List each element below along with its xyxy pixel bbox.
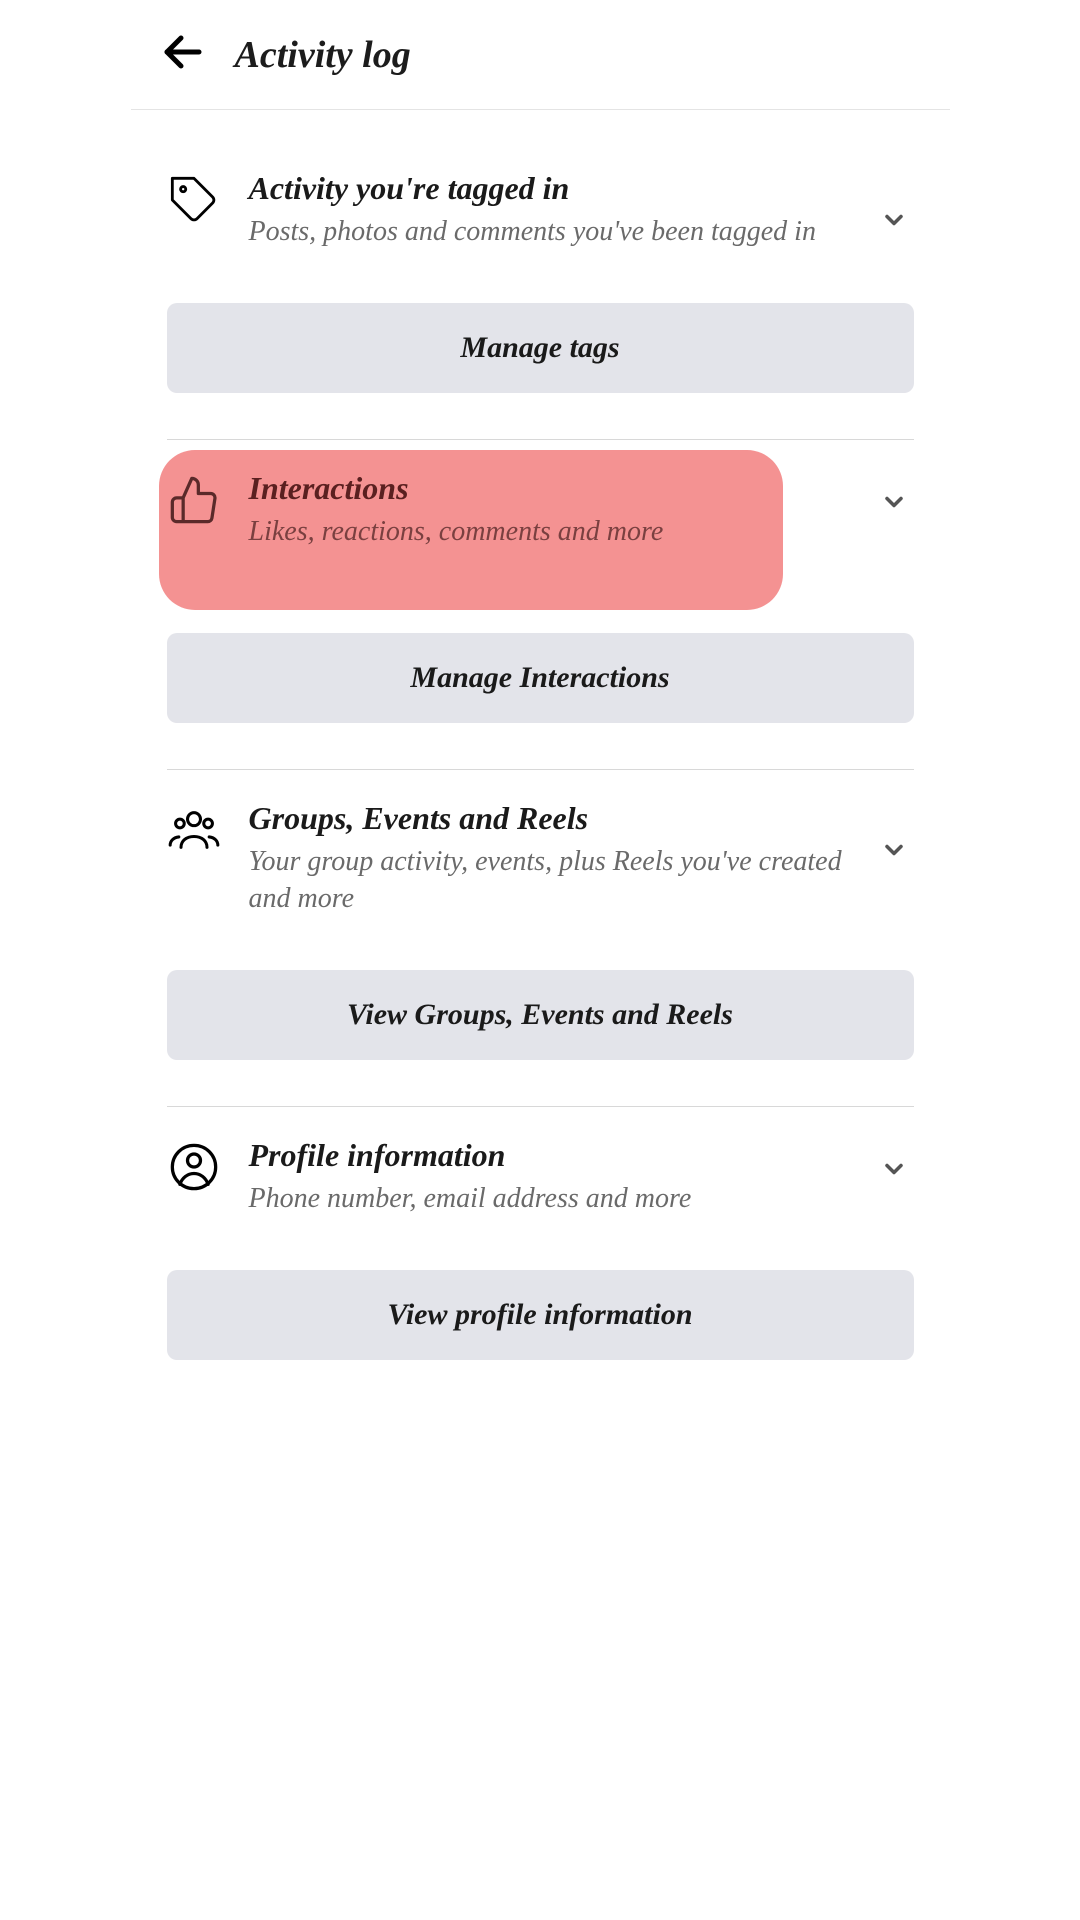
chevron-down-icon — [880, 1155, 908, 1188]
section-profile: Profile information Phone number, email … — [167, 1106, 914, 1360]
section-row-interactions[interactable]: Interactions Likes, reactions, comments … — [167, 470, 914, 551]
section-text-tagged: Activity you're tagged in Posts, photos … — [249, 170, 914, 251]
back-icon[interactable] — [159, 28, 207, 81]
section-subtitle-interactions: Likes, reactions, comments and more — [249, 513, 864, 551]
chevron-down-icon — [880, 206, 908, 239]
header: Activity log — [131, 0, 950, 110]
section-subtitle-groups: Your group activity, events, plus Reels … — [249, 843, 864, 919]
section-row-profile[interactable]: Profile information Phone number, email … — [167, 1137, 914, 1218]
section-title-profile: Profile information — [249, 1137, 864, 1174]
section-title-interactions: Interactions — [249, 470, 864, 507]
manage-interactions-button[interactable]: Manage Interactions — [167, 633, 914, 723]
section-groups: Groups, Events and Reels Your group acti… — [167, 769, 914, 1061]
manage-tags-button[interactable]: Manage tags — [167, 303, 914, 393]
section-text-interactions: Interactions Likes, reactions, comments … — [249, 470, 914, 551]
section-tagged: Activity you're tagged in Posts, photos … — [167, 140, 914, 393]
section-subtitle-profile: Phone number, email address and more — [249, 1180, 864, 1218]
section-title-groups: Groups, Events and Reels — [249, 800, 864, 837]
chevron-down-icon — [880, 836, 908, 869]
view-profile-button[interactable]: View profile information — [167, 1270, 914, 1360]
profile-icon — [167, 1137, 221, 1193]
section-text-groups: Groups, Events and Reels Your group acti… — [249, 800, 914, 919]
tag-icon — [167, 170, 221, 226]
section-title-tagged: Activity you're tagged in — [249, 170, 864, 207]
section-subtitle-tagged: Posts, photos and comments you've been t… — [249, 213, 864, 251]
thumbs-up-icon — [167, 470, 221, 526]
section-row-tagged[interactable]: Activity you're tagged in Posts, photos … — [167, 170, 914, 251]
section-interactions: Interactions Likes, reactions, comments … — [167, 439, 914, 723]
content-area: Activity you're tagged in Posts, photos … — [131, 140, 950, 1360]
view-groups-button[interactable]: View Groups, Events and Reels — [167, 970, 914, 1060]
people-group-icon — [167, 800, 221, 856]
chevron-down-icon — [880, 488, 908, 521]
section-row-groups[interactable]: Groups, Events and Reels Your group acti… — [167, 800, 914, 919]
section-text-profile: Profile information Phone number, email … — [249, 1137, 914, 1218]
page-title: Activity log — [235, 33, 411, 77]
